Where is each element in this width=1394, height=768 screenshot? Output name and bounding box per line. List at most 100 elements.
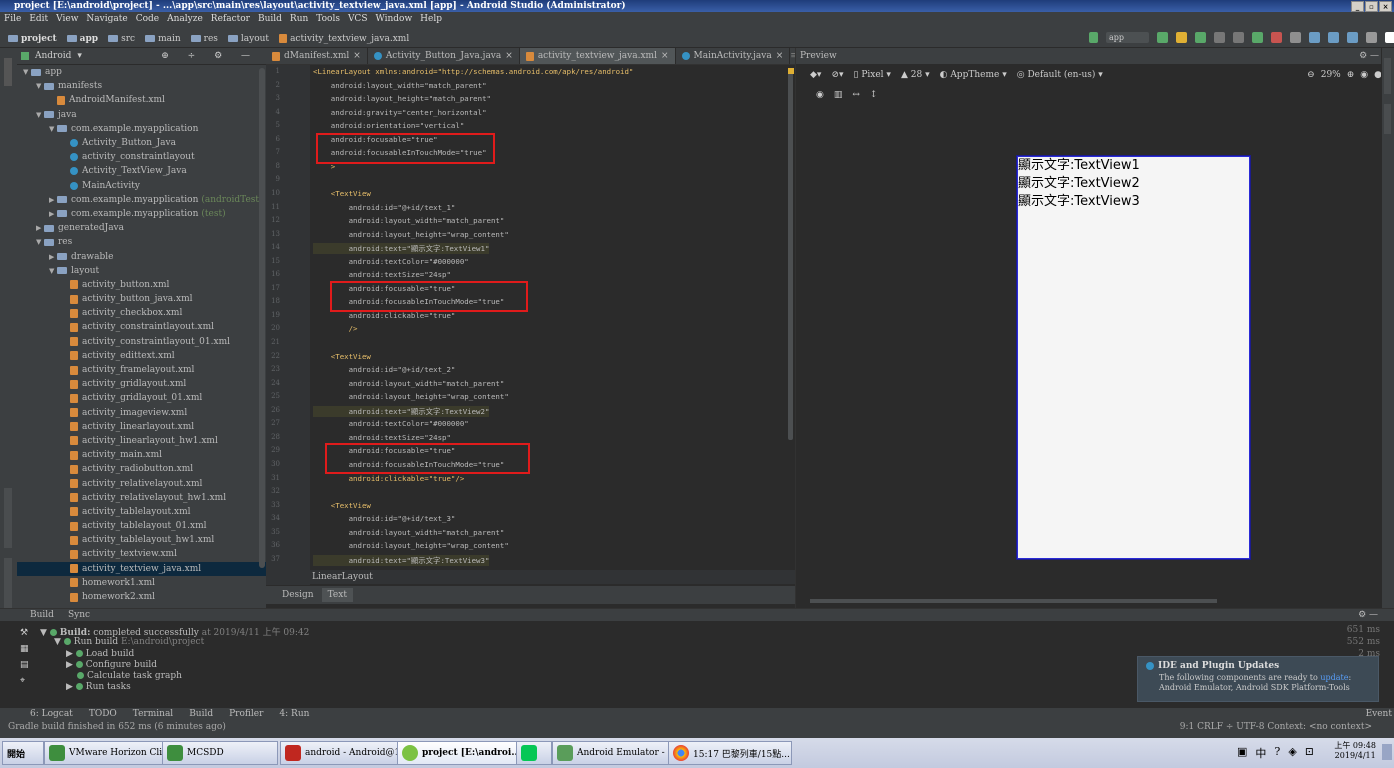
- apply-changes-icon[interactable]: [1176, 32, 1187, 43]
- menu-edit[interactable]: Edit: [29, 14, 48, 24]
- tree-item[interactable]: homework2.xml: [17, 590, 266, 604]
- chevron-down-icon[interactable]: ▼: [36, 238, 44, 246]
- menu-help[interactable]: Help: [420, 14, 442, 24]
- tab-build[interactable]: Build: [30, 610, 54, 620]
- attach-debugger-icon[interactable]: [1233, 32, 1244, 43]
- run-config-dropdown[interactable]: app: [1106, 32, 1149, 43]
- menu-analyze[interactable]: Analyze: [167, 14, 203, 24]
- build-button[interactable]: Build: [189, 709, 213, 719]
- api-dropdown[interactable]: ▲ 28 ▾: [901, 70, 930, 80]
- taskbar-mcsdd[interactable]: MCSDD: [162, 741, 278, 765]
- panel-actions[interactable]: ⊕ ÷ ⚙ —: [161, 51, 266, 61]
- eye-icon[interactable]: ◉: [816, 90, 824, 100]
- avd-manager-icon[interactable]: [1309, 32, 1320, 43]
- tree-item[interactable]: ▶ com.example.myapplication (androidTest): [17, 193, 266, 207]
- menu-file[interactable]: File: [4, 14, 21, 24]
- orientation-icon[interactable]: ⊘▾: [831, 70, 843, 80]
- tree-item[interactable]: ▼ java: [17, 108, 266, 122]
- tree-item[interactable]: ▼ com.example.myapplication: [17, 122, 266, 136]
- width-icon[interactable]: ↔: [852, 90, 860, 100]
- taskbar-line[interactable]: [516, 741, 552, 765]
- search-icon[interactable]: [1366, 32, 1377, 43]
- breadcrumb-res[interactable]: res: [190, 34, 218, 44]
- tab-text[interactable]: Text: [321, 588, 353, 602]
- status-right[interactable]: 9:1 CRLF ÷ UTF-8 Context: <no context>: [1180, 722, 1394, 732]
- tree-item[interactable]: activity_linearlayout.xml: [17, 420, 266, 434]
- zoom-out-icon[interactable]: ⊖: [1307, 70, 1315, 80]
- project-scrollbar[interactable]: [259, 68, 265, 568]
- help-icon[interactable]: ?: [1274, 745, 1280, 761]
- device-preview[interactable]: 顯示文字:TextView1 顯示文字:TextView2 顯示文字:TextV…: [1017, 156, 1250, 559]
- breadcrumb-src[interactable]: src: [108, 34, 135, 44]
- breadcrumb-layout[interactable]: layout: [227, 34, 269, 44]
- build-step-row[interactable]: ▶ Load build: [66, 649, 134, 659]
- breadcrumb-file[interactable]: activity_textview_java.xml: [279, 34, 409, 44]
- tree-item[interactable]: Activity_Button_Java: [17, 136, 266, 150]
- zoom-in-icon[interactable]: ⊕: [1347, 70, 1355, 80]
- close-icon[interactable]: ×: [661, 51, 669, 61]
- textview-2[interactable]: 顯示文字:TextView2: [1018, 175, 1249, 193]
- taskbar-filezilla[interactable]: android - Android@10...: [280, 741, 402, 765]
- chevron-down-icon[interactable]: ▾: [77, 51, 82, 61]
- tree-item[interactable]: ▼ layout: [17, 264, 266, 278]
- tree-item[interactable]: activity_tablelayout.xml: [17, 505, 266, 519]
- menu-run[interactable]: Run: [290, 14, 308, 24]
- tree-item[interactable]: Activity_TextView_Java: [17, 164, 266, 178]
- layout-icon[interactable]: [1385, 32, 1394, 43]
- chevron-down-icon[interactable]: ▼: [49, 267, 57, 275]
- menu-vcs[interactable]: VCS: [348, 14, 368, 24]
- chevron-right-icon[interactable]: ▶: [49, 253, 57, 261]
- network-icon[interactable]: ⊡: [1305, 745, 1314, 761]
- show-desktop-button[interactable]: [1382, 744, 1392, 760]
- terminal-button[interactable]: Terminal: [133, 709, 173, 719]
- chevron-down-icon[interactable]: ▼: [36, 111, 44, 119]
- tree-item[interactable]: activity_imageview.xml: [17, 406, 266, 420]
- preview-scrollbar[interactable]: [810, 599, 1217, 603]
- hammer-icon[interactable]: [1089, 32, 1098, 43]
- tab-mainactivity[interactable]: MainActivity.java ×: [676, 48, 791, 64]
- taskbar-android-studio[interactable]: project [E:\androi...: [397, 741, 519, 765]
- palette-tool-button[interactable]: [1384, 104, 1391, 134]
- chevron-down-icon[interactable]: ▼: [36, 82, 44, 90]
- start-button[interactable]: 開始: [2, 741, 44, 765]
- maximize-button[interactable]: ▫: [1365, 0, 1378, 12]
- chevron-right-icon[interactable]: ▶: [36, 224, 44, 232]
- update-notification[interactable]: IDE and Plugin Updates The following com…: [1137, 656, 1379, 702]
- tree-item[interactable]: activity_relativelayout_hw1.xml: [17, 491, 266, 505]
- tree-item[interactable]: activity_constraintlayout_01.xml: [17, 335, 266, 349]
- height-icon[interactable]: ↕: [870, 90, 878, 100]
- breadcrumb-project[interactable]: project: [8, 34, 57, 44]
- tree-item[interactable]: ▶ com.example.myapplication (test): [17, 207, 266, 221]
- menu-view[interactable]: View: [56, 14, 78, 24]
- chevron-right-icon[interactable]: ▶: [49, 210, 57, 218]
- run-icon[interactable]: [1157, 32, 1168, 43]
- minimize-button[interactable]: _: [1351, 0, 1364, 12]
- close-icon[interactable]: ×: [505, 51, 513, 61]
- panel-actions[interactable]: ⚙ —: [1358, 610, 1394, 620]
- menu-build[interactable]: Build: [258, 14, 282, 24]
- menu-tools[interactable]: Tools: [316, 14, 340, 24]
- volume-icon[interactable]: ◈: [1288, 745, 1296, 761]
- project-structure-icon[interactable]: [1347, 32, 1358, 43]
- tree-item[interactable]: activity_textview.xml: [17, 547, 266, 561]
- taskbar-chrome[interactable]: 15:17 巴黎列車/15點...: [668, 741, 792, 765]
- textview-1[interactable]: 顯示文字:TextView1: [1018, 157, 1249, 175]
- close-button[interactable]: ×: [1379, 0, 1392, 12]
- menu-code[interactable]: Code: [136, 14, 159, 24]
- menu-navigate[interactable]: Navigate: [86, 14, 127, 24]
- tree-item[interactable]: MainActivity: [17, 179, 266, 193]
- tree-item[interactable]: ▼ manifests: [17, 79, 266, 93]
- update-link[interactable]: update: [1320, 673, 1348, 682]
- blueprint-icon[interactable]: ▥: [834, 90, 843, 100]
- debug-icon[interactable]: [1195, 32, 1206, 43]
- chevron-right-icon[interactable]: ▶: [49, 196, 57, 204]
- chevron-down-icon[interactable]: ▼: [23, 68, 31, 76]
- tree-item[interactable]: activity_gridlayout.xml: [17, 377, 266, 391]
- close-icon[interactable]: ×: [353, 51, 361, 61]
- tree-item[interactable]: activity_tablelayout_hw1.xml: [17, 533, 266, 547]
- locale-dropdown[interactable]: ◎ Default (en-us) ▾: [1017, 70, 1103, 80]
- sync-icon[interactable]: [1290, 32, 1301, 43]
- gradle-tool-button[interactable]: [1384, 58, 1391, 94]
- coverage-icon[interactable]: [1252, 32, 1263, 43]
- menu-window[interactable]: Window: [376, 14, 413, 24]
